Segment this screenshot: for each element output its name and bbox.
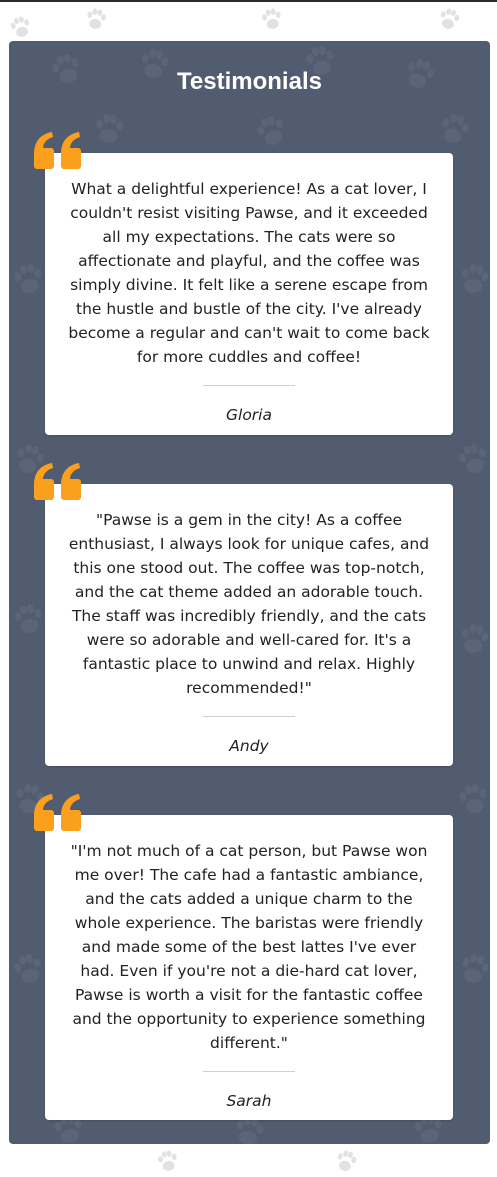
testimonial-author: Sarah [226,1092,272,1110]
testimonial-card: "I'm not much of a cat person, but Pawse… [45,815,453,1120]
testimonial-author: Andy [229,737,269,755]
divider [203,385,295,386]
quote-icon [34,463,81,500]
testimonial-text: "I'm not much of a cat person, but Pawse… [70,842,428,1052]
testimonial-card: What a delightful experience! As a cat l… [45,153,453,435]
quote-icon [34,132,81,169]
testimonials-panel: Testimonials What a delightful experienc… [9,41,490,1144]
testimonial-card: "Pawse is a gem in the city! As a coffee… [45,484,453,766]
testimonial-text: What a delightful experience! As a cat l… [68,180,430,366]
section-title: Testimonials [177,68,322,95]
quote-icon [34,794,81,831]
divider [203,716,295,717]
divider [203,1071,295,1072]
testimonial-text: "Pawse is a gem in the city! As a coffee… [68,511,430,697]
testimonial-author: Gloria [226,406,272,424]
